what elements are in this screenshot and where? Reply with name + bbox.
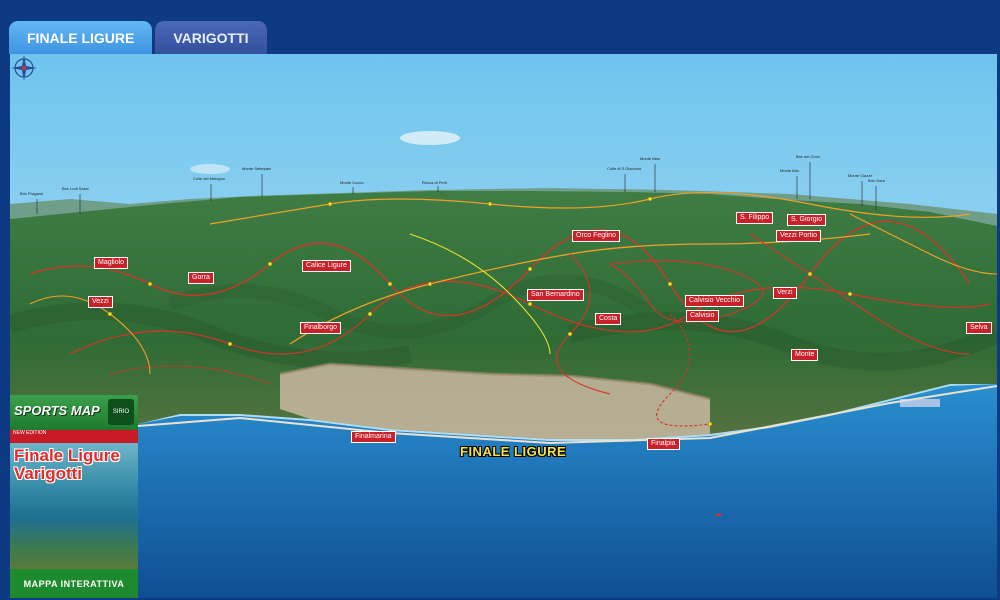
peak-label: Bric Ludi Sassi [62, 186, 89, 191]
town-label-costa[interactable]: Costa [595, 313, 622, 325]
main-town-label: FINALE LIGURE [460, 444, 567, 459]
peak-label: Bric dei Crovi [796, 154, 820, 159]
peak-label: Colle del Melogno [193, 176, 226, 181]
town-label-s-giorgio[interactable]: S. Giorgio [787, 214, 827, 226]
map-artwork [10, 54, 997, 598]
town-label-selva[interactable]: Selva [966, 322, 992, 334]
tab-bar: FINALE LIGURE VARIGOTTI [9, 21, 267, 54]
town-label-magliolo[interactable]: Magliolo [94, 257, 129, 269]
cover-title: Finale Ligure Varigotti [14, 447, 120, 483]
peak-label: Bric Gora [868, 178, 885, 183]
town-label-finalmarina[interactable]: Finalmarina [351, 431, 396, 443]
sirio-logo-icon: SIRIO [108, 399, 134, 425]
cover-edition: NEW EDITION [10, 430, 138, 443]
town-label-verzi[interactable]: Verzi [773, 287, 797, 299]
interactive-map-button[interactable]: MAPPA INTERATTIVA [10, 569, 138, 598]
cover-header: SPORTS MAP SIRIO [10, 395, 138, 430]
peak-label: Rocca di Perti [422, 180, 447, 185]
town-label-s-filippo[interactable]: S. Filippo [736, 212, 774, 224]
cover-title-line2: Varigotti [14, 464, 83, 483]
peak-label: Colle di S.Giacomo [607, 166, 642, 171]
peak-label: Monte Mao [640, 156, 661, 161]
town-label-calvisio[interactable]: Calvisio [686, 310, 719, 322]
peak-label: Monte Cucco [340, 180, 364, 185]
cover-title-line1: Finale Ligure [14, 446, 120, 465]
town-label-vezzi-portio[interactable]: Vezzi Portio [776, 230, 821, 242]
town-label-vezzi[interactable]: Vezzi [88, 296, 113, 308]
town-label-gorra[interactable]: Gorra [188, 272, 214, 284]
town-label-san-bernardino[interactable]: San Bernardino [527, 289, 584, 301]
cover-brand: SPORTS MAP [14, 403, 100, 418]
town-label-finalpia[interactable]: Finalpia [647, 438, 680, 450]
town-label-finalborgo[interactable]: Finalborgo [300, 322, 342, 334]
town-label-monte[interactable]: Monte [791, 349, 819, 361]
tab-varigotti[interactable]: VARIGOTTI [155, 21, 267, 54]
town-label-orco[interactable]: Orco Feglino [572, 230, 621, 242]
map-widget-frame: FINALE LIGURE VARIGOTTI Bric Praganè Bri… [0, 0, 1000, 600]
compass-rose-icon [11, 55, 37, 81]
town-label-calice[interactable]: Calice Ligure [302, 260, 351, 272]
tab-finale-ligure[interactable]: FINALE LIGURE [9, 21, 153, 54]
panoramic-map[interactable]: Bric Praganè Bric Ludi Sassi Colle del M… [10, 54, 997, 598]
cover-photo: Finale Ligure Varigotti [10, 443, 138, 569]
town-label-calvisio-vecchio[interactable]: Calvisio Vecchio [685, 295, 744, 307]
peak-label: Monte Settepani [242, 166, 272, 171]
sports-map-cover[interactable]: SPORTS MAP SIRIO NEW EDITION Finale Ligu… [10, 395, 138, 598]
peak-label: Monte Alto [780, 168, 799, 173]
peak-label: Bric Praganè [20, 191, 44, 196]
